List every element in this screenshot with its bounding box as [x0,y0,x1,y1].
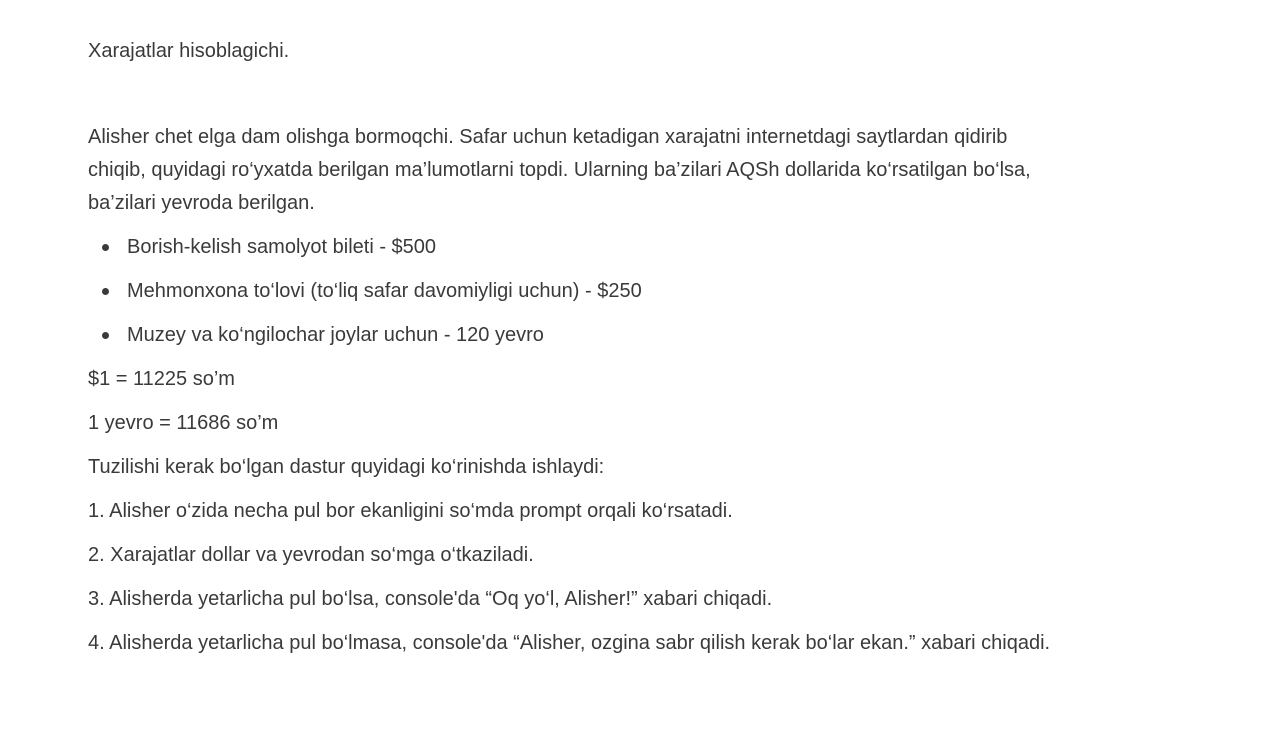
bullet-icon [102,332,109,339]
bullet-icon [102,244,109,251]
step-3: 3. Alisherda yetarlicha pul bo‘lsa, cons… [88,588,773,610]
cost-item-label: Mehmonxona to‘lovi (to‘liq safar davomiy… [127,280,642,302]
rate-eur: 1 yevro = 11686 so’m [88,412,279,434]
bullet-icon [102,288,109,295]
step-4: 4. Alisherda yetarlicha pul bo‘lmasa, co… [88,632,1051,654]
cost-item-museum: Muzey va ko‘ngilochar joylar uchun - 120… [88,319,1068,352]
step-2: 2. Xarajatlar dollar va yevrodan so‘mga … [88,544,534,566]
step-1: 1. Alisher o‘zida necha pul bor ekanligi… [88,500,733,522]
cost-item-hotel: Mehmonxona to‘lovi (to‘liq safar davomiy… [88,275,1068,308]
cost-item-label: Borish-kelish samolyot bileti - $500 [127,236,437,258]
cost-list: Borish-kelish samolyot bileti - $500 Meh… [88,231,1068,352]
cost-item-label: Muzey va ko‘ngilochar joylar uchun - 120… [127,324,544,346]
document-body: Xarajatlar hisoblagichi. Alisher chet el… [88,35,1068,671]
rate-usd: $1 = 11225 so’m [88,368,235,390]
intro-paragraph: Alisher chet elga dam olishga bormoqchi.… [88,126,1031,214]
program-intro: Tuzilishi kerak bo‘lgan dastur quyidagi … [88,456,605,478]
document-title: Xarajatlar hisoblagichi. [88,40,290,62]
cost-item-flight: Borish-kelish samolyot bileti - $500 [88,231,1068,264]
